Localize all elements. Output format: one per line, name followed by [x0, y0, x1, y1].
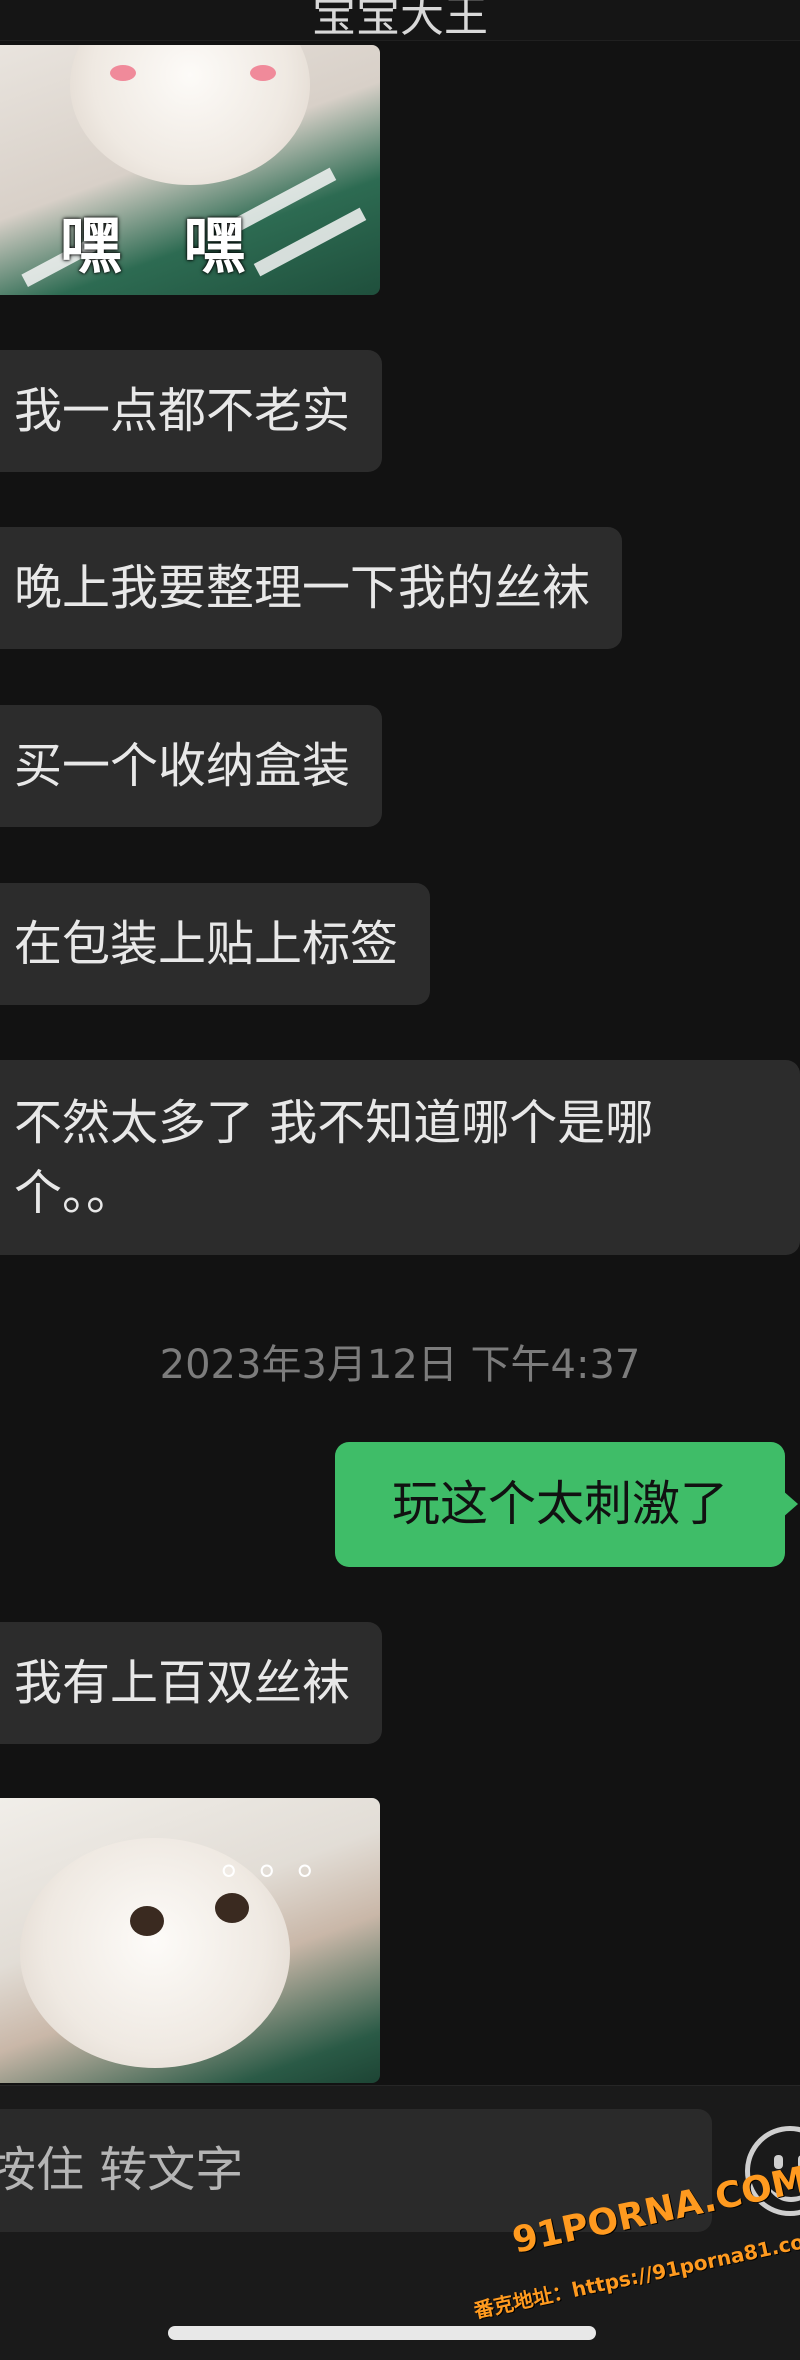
message-text: 我有上百双丝袜: [14, 1655, 351, 1711]
message-text: 我一点都不老实: [14, 383, 351, 439]
sticker-caption: 嘿 嘿: [60, 209, 266, 282]
message-bubble-incoming[interactable]: 买一个收纳盒装: [0, 705, 383, 827]
message-text: 不然太多了 我不知道哪个是哪个。。: [14, 1095, 654, 1221]
message-text: 在包装上贴上标签: [14, 916, 399, 972]
cat-eye-right: [215, 1893, 249, 1923]
message-text: 买一个收纳盒装: [14, 738, 351, 794]
cat-eye-left: [130, 1906, 164, 1936]
cat-cheek-left: [110, 65, 136, 81]
message-text: 晚上我要整理一下我的丝袜: [14, 560, 591, 616]
bubble-tail: [782, 1490, 798, 1518]
message-bubble-incoming[interactable]: 我一点都不老实: [0, 350, 383, 472]
watermark: 91PORNA.COM 番克地址：https://91porna81.com: [470, 2159, 800, 2350]
message-bubble-incoming[interactable]: 晚上我要整理一下我的丝袜: [0, 527, 623, 649]
message-bubble-outgoing[interactable]: 玩这个太刺激了: [335, 1442, 785, 1567]
message-text: 玩这个太刺激了: [391, 1476, 728, 1532]
chat-header: 宝宝大王: [0, 0, 800, 41]
jacket-stripe: [253, 207, 367, 277]
message-bubble-incoming[interactable]: 不然太多了 我不知道哪个是哪个。。: [0, 1060, 800, 1255]
cat-face: [70, 45, 310, 185]
message-bubble-incoming[interactable]: 我有上百双丝袜: [0, 1622, 383, 1744]
cat-cheek-right: [250, 65, 276, 81]
message-bubble-incoming[interactable]: 在包装上贴上标签: [0, 883, 431, 1005]
sticker-cat-heihei[interactable]: 嘿 嘿: [0, 45, 380, 295]
sticker-cat-dots[interactable]: 。。。: [0, 1798, 380, 2083]
sticker-caption: 。。。: [221, 1838, 355, 1884]
message-timestamp: 2023年3月12日 下午4:37: [159, 1342, 641, 1388]
chat-title: 宝宝大王: [312, 0, 488, 41]
